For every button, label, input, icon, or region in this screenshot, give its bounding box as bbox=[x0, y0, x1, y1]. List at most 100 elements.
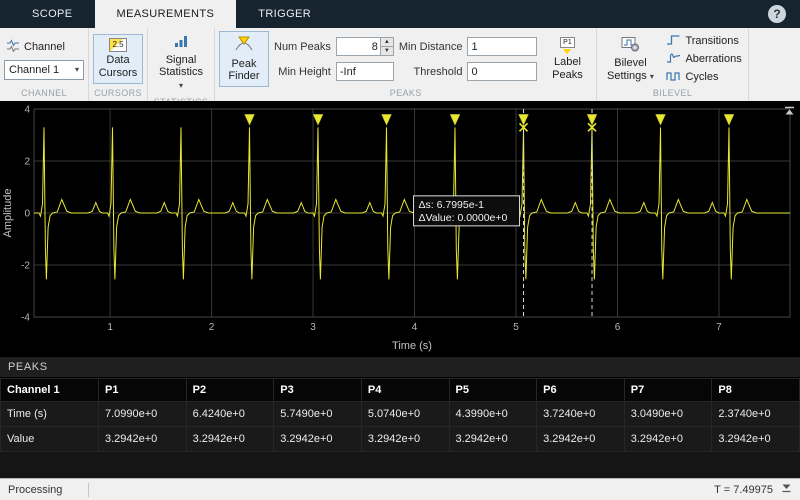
svg-text:2: 2 bbox=[24, 157, 30, 168]
bilevel-settings-icon bbox=[621, 36, 640, 56]
peaks-value-cell: 6.4240e+0 bbox=[185, 401, 275, 427]
label-peaks-icon-marker bbox=[563, 48, 572, 54]
tab-scope[interactable]: SCOPE bbox=[10, 0, 95, 28]
peaks-value-cell: 3.2942e+0 bbox=[623, 426, 713, 452]
num-peaks-stepper: ▲▼ bbox=[335, 37, 394, 56]
svg-text:4: 4 bbox=[24, 105, 30, 116]
peak-settings-grid: Num Peaks ▲▼ Min Distance Min Height Thr… bbox=[274, 37, 538, 82]
cycles-button[interactable]: Cycles bbox=[664, 69, 743, 86]
peaks-table-header-cell: P7 bbox=[623, 378, 713, 402]
toolbar-section-cursors: 2.5 Data Cursors CURSORS bbox=[89, 28, 148, 101]
svg-text:1: 1 bbox=[107, 322, 113, 333]
peaks-value-cell: 3.2942e+0 bbox=[536, 426, 625, 452]
peaks-value-cell: 4.3990e+0 bbox=[448, 401, 538, 427]
num-peaks-label: Num Peaks bbox=[274, 40, 331, 53]
peaks-table-header-cell: P4 bbox=[360, 378, 450, 402]
aberrations-button[interactable]: Aberrations bbox=[664, 51, 743, 68]
peaks-value-cell: 3.2942e+0 bbox=[711, 426, 800, 452]
chevron-down-icon: ▾ bbox=[649, 71, 654, 81]
bilevel-settings-button[interactable]: Bilevel Settings ▾ bbox=[601, 32, 659, 87]
help-button[interactable]: ? bbox=[768, 5, 786, 23]
section-label-peaks: PEAKS bbox=[389, 88, 422, 98]
time-display: T = 7.49975 bbox=[714, 483, 773, 496]
peaks-panel-title: PEAKS bbox=[0, 357, 800, 378]
peaks-panel: PEAKS Channel 1 P1 P2 P3 P4 P5 P6 P7 P8 Time (s)… bbox=[0, 357, 800, 478]
data-cursors-button[interactable]: 2.5 Data Cursors bbox=[93, 34, 143, 84]
collapse-toolbar-icon[interactable] bbox=[783, 104, 796, 122]
toolbar-filler bbox=[749, 28, 800, 101]
svg-text:6: 6 bbox=[615, 322, 621, 333]
toolbar-section-peaks: Peak Finder Num Peaks ▲▼ Min Distance Mi… bbox=[215, 28, 598, 101]
peaks-value-cell: 3.2942e+0 bbox=[273, 426, 362, 452]
peaks-row-label: Value bbox=[0, 426, 99, 452]
peak-finder-button[interactable]: Peak Finder bbox=[219, 31, 269, 87]
label-peaks-button[interactable]: P1 Label Peaks bbox=[542, 33, 592, 85]
min-distance-input[interactable] bbox=[467, 37, 538, 56]
scope-plot-area[interactable]: 1 2 3 4 5 6 7 -4 -2 0 2 4 Time (s) Amplitude Δs: 6.799… bbox=[0, 101, 800, 357]
measurements-toolbar: Channel Channel 1 ▾ CHANNEL 2.5 Data Cur… bbox=[0, 28, 800, 107]
signal-statistics-label: Signal Statistics bbox=[158, 53, 203, 79]
scope-window: SCOPE MEASUREMENTS TRIGGER ? Channel Cha… bbox=[0, 0, 800, 500]
peaks-value-cell: 3.2942e+0 bbox=[448, 426, 538, 452]
section-label-bilevel: BILEVEL bbox=[652, 88, 693, 98]
tab-measurements[interactable]: MEASUREMENTS bbox=[94, 0, 237, 28]
peak-finder-label: Peak Finder bbox=[228, 57, 260, 83]
peaks-table-header-cell: P6 bbox=[536, 378, 625, 402]
section-label-channel: CHANNEL bbox=[21, 88, 67, 98]
peaks-value-cell: 5.0740e+0 bbox=[360, 401, 450, 427]
chevron-down-icon: ▾ bbox=[178, 80, 183, 90]
svg-text:5: 5 bbox=[513, 322, 519, 333]
peaks-value-cell: 3.0490e+0 bbox=[623, 401, 713, 427]
peaks-value-cell: 3.2942e+0 bbox=[185, 426, 275, 452]
label-peaks-label: Label Peaks bbox=[552, 55, 583, 81]
spin-up-icon[interactable]: ▲ bbox=[380, 38, 393, 47]
svg-text:Time (s): Time (s) bbox=[392, 340, 432, 352]
svg-text:0: 0 bbox=[24, 209, 30, 220]
svg-text:Amplitude: Amplitude bbox=[2, 189, 14, 238]
data-cursors-icon: 2.5 bbox=[109, 38, 127, 53]
peak-finder-icon bbox=[234, 35, 254, 56]
chevron-down-icon: ▾ bbox=[74, 65, 79, 74]
peaks-value-cell: 7.0990e+0 bbox=[98, 401, 187, 427]
peaks-value-cell: 2.3740e+0 bbox=[711, 401, 800, 427]
min-height-input[interactable] bbox=[335, 62, 394, 81]
aberrations-icon bbox=[666, 52, 681, 67]
svg-text:-2: -2 bbox=[21, 261, 30, 272]
data-cursors-label: Data Cursors bbox=[98, 54, 138, 79]
svg-text:4: 4 bbox=[412, 322, 418, 333]
channel-select[interactable]: Channel 1 ▾ bbox=[4, 59, 84, 80]
signal-statistics-button[interactable]: Signal Statistics ▾ bbox=[152, 31, 210, 96]
peaks-table-row: Value 3.2942e+0 3.2942e+0 3.2942e+0 3.2942e+… bbox=[0, 426, 800, 452]
bilevel-settings-label: Bilevel Settings bbox=[607, 57, 647, 82]
collapse-panel-icon[interactable] bbox=[781, 483, 792, 496]
svg-text:7: 7 bbox=[716, 322, 722, 333]
cycles-icon bbox=[666, 70, 681, 85]
status-text: Processing bbox=[8, 483, 63, 496]
peaks-table-header-cell: Channel 1 bbox=[0, 378, 99, 402]
cycles-label: Cycles bbox=[685, 71, 719, 83]
toolbar-section-bilevel: Bilevel Settings ▾ Transitions Aberratio… bbox=[597, 28, 749, 101]
peaks-table-header-cell: P3 bbox=[273, 378, 362, 402]
peaks-table-header-cell: P5 bbox=[448, 378, 538, 402]
transitions-label: Transitions bbox=[685, 35, 739, 47]
min-distance-label: Min Distance bbox=[398, 40, 463, 53]
peaks-value-cell: 3.2942e+0 bbox=[98, 426, 187, 452]
svg-text:2: 2 bbox=[209, 322, 215, 333]
spin-down-icon[interactable]: ▼ bbox=[380, 47, 393, 55]
peaks-table-header-cell: P2 bbox=[185, 378, 275, 402]
peaks-table-header-cell: P1 bbox=[98, 378, 187, 402]
transitions-button[interactable]: Transitions bbox=[664, 33, 743, 50]
bilevel-button-stack: Transitions Aberrations Cycles bbox=[664, 33, 743, 86]
svg-text:Δs: 6.7995e-1: Δs: 6.7995e-1 bbox=[419, 199, 485, 211]
min-height-label: Min Height bbox=[278, 65, 331, 78]
tab-bar: SCOPE MEASUREMENTS TRIGGER ? bbox=[0, 0, 800, 28]
channel-button[interactable]: Channel bbox=[4, 39, 67, 56]
bar-chart-icon bbox=[174, 35, 188, 52]
transitions-icon bbox=[666, 34, 681, 49]
threshold-label: Threshold bbox=[413, 65, 463, 78]
status-bar: Processing T = 7.49975 bbox=[0, 478, 800, 500]
toolbar-section-channel: Channel Channel 1 ▾ CHANNEL bbox=[0, 28, 89, 101]
peaks-value-cell: 3.2942e+0 bbox=[360, 426, 450, 452]
threshold-input[interactable] bbox=[467, 62, 538, 81]
tab-trigger[interactable]: TRIGGER bbox=[236, 0, 333, 28]
